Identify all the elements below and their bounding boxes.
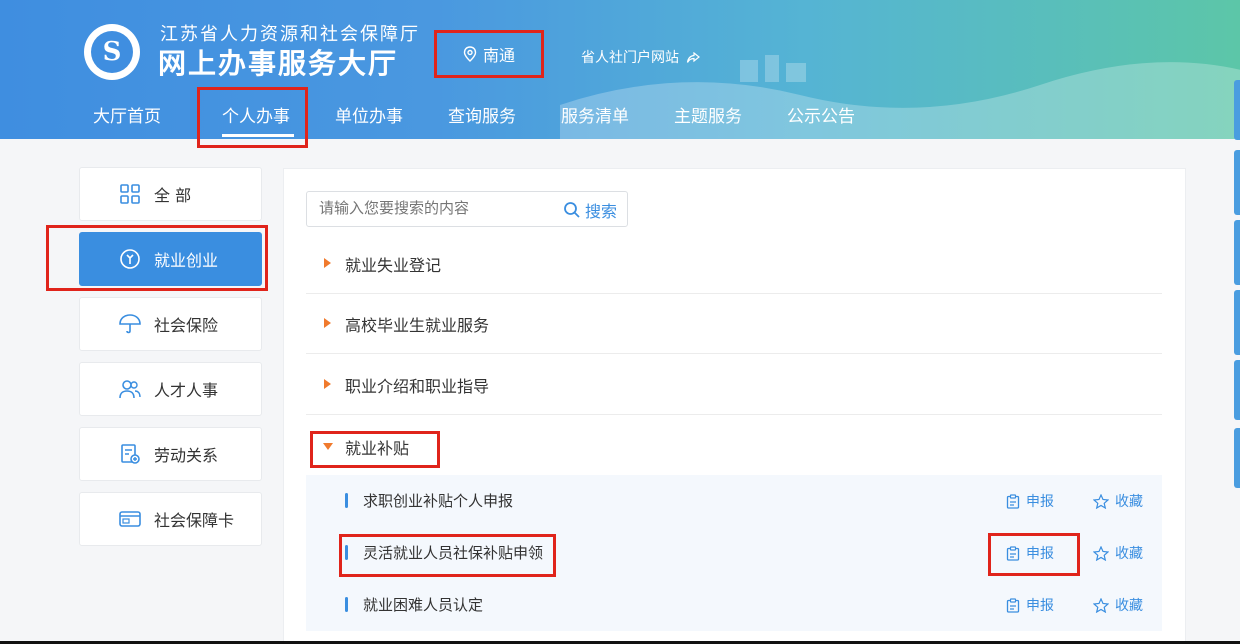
sidebar-item-social-card[interactable]: 社会保障卡 (79, 492, 262, 546)
highlight-box-nav (197, 87, 308, 148)
favorite-button[interactable]: 收藏 (1093, 543, 1143, 563)
search-icon (564, 202, 580, 218)
caret-right-icon (324, 318, 331, 328)
portal-link[interactable]: 省人社门户网站 (581, 47, 701, 67)
main-nav: 大厅首页 个人办事 单位办事 查询服务 服务清单 主题服务 公示公告 (0, 90, 1240, 139)
side-float-tab[interactable] (1234, 150, 1240, 215)
search-box: 搜索 (306, 191, 628, 227)
highlight-box-apply (988, 533, 1080, 576)
apply-button[interactable]: 申报 (1006, 491, 1054, 511)
sidebar-item-label: 劳动关系 (154, 446, 219, 465)
logo-mark: S (91, 31, 133, 73)
sidebar-item-label: 社会保险 (154, 316, 219, 335)
favorite-label: 收藏 (1115, 598, 1143, 614)
nav-query[interactable]: 查询服务 (448, 102, 516, 127)
sidebar-item-labor[interactable]: 劳动关系 (79, 427, 262, 481)
hall-name: 网上办事服务大厅 (158, 47, 399, 80)
highlight-box-category (310, 431, 440, 468)
favorite-label: 收藏 (1115, 494, 1143, 510)
document-add-icon (121, 444, 140, 464)
people-icon (119, 380, 141, 399)
favorite-button[interactable]: 收藏 (1093, 491, 1143, 511)
side-float-tab[interactable] (1234, 80, 1240, 140)
clipboard-icon (1006, 597, 1020, 613)
clipboard-icon (1006, 493, 1020, 509)
category-label: 职业介绍和职业指导 (345, 377, 490, 396)
sidebar-item-talent[interactable]: 人才人事 (79, 362, 262, 416)
portal-link-label: 省人社门户网站 (581, 50, 679, 66)
umbrella-icon (119, 314, 141, 334)
star-icon (1093, 493, 1109, 509)
category-label: 就业失业登记 (345, 256, 442, 275)
city-name: 南通 (482, 46, 515, 65)
favorite-label: 收藏 (1115, 546, 1143, 562)
nav-notices[interactable]: 公示公告 (787, 102, 855, 127)
card-icon (119, 511, 141, 527)
side-float-tab[interactable] (1234, 428, 1240, 488)
nav-home[interactable]: 大厅首页 (93, 102, 161, 127)
highlight-box-sidebar (46, 225, 268, 291)
category-row[interactable]: 就业失业登记 (306, 234, 1162, 294)
sidebar-item-all[interactable]: 全 部 (79, 167, 262, 221)
side-float-tab[interactable] (1234, 360, 1240, 420)
star-icon (1093, 545, 1109, 561)
service-label[interactable]: 就业困难人员认定 (363, 594, 483, 615)
star-icon (1093, 597, 1109, 613)
sidebar-item-label: 社会保障卡 (154, 511, 235, 530)
location-pin-icon (463, 46, 477, 62)
caret-right-icon (324, 258, 331, 268)
caret-right-icon (324, 379, 331, 389)
logo[interactable]: S (84, 24, 140, 80)
nav-company[interactable]: 单位办事 (335, 102, 403, 127)
search-input[interactable] (317, 198, 551, 218)
sidebar-item-label: 全 部 (154, 186, 192, 205)
service-label[interactable]: 求职创业补贴个人申报 (363, 490, 513, 511)
service-row[interactable]: 就业困难人员认定 申报 收藏 (306, 579, 1162, 631)
share-arrow-icon (687, 51, 701, 63)
service-row[interactable]: 求职创业补贴个人申报 申报 收藏 (306, 475, 1162, 527)
category-row[interactable]: 职业介绍和职业指导 (306, 355, 1162, 415)
side-float-tab[interactable] (1234, 220, 1240, 285)
row-marker (345, 597, 348, 612)
category-label: 高校毕业生就业服务 (345, 316, 490, 335)
side-float-tab[interactable] (1234, 290, 1240, 355)
category-row[interactable]: 高校毕业生就业服务 (306, 294, 1162, 354)
nav-service-list[interactable]: 服务清单 (561, 102, 629, 127)
nav-themes[interactable]: 主题服务 (674, 102, 742, 127)
highlight-box-service (339, 534, 556, 577)
sidebar-item-insurance[interactable]: 社会保险 (79, 297, 262, 351)
search-button[interactable]: 搜索 (563, 198, 617, 222)
grid-icon (120, 184, 140, 204)
apply-label: 申报 (1026, 494, 1054, 510)
city-selector[interactable]: 南通 (434, 30, 544, 78)
favorite-button[interactable]: 收藏 (1093, 595, 1143, 615)
apply-button[interactable]: 申报 (1006, 595, 1054, 615)
search-button-label: 搜索 (585, 202, 618, 221)
apply-label: 申报 (1026, 598, 1054, 614)
row-marker (345, 493, 348, 508)
sidebar-item-label: 人才人事 (154, 381, 219, 400)
